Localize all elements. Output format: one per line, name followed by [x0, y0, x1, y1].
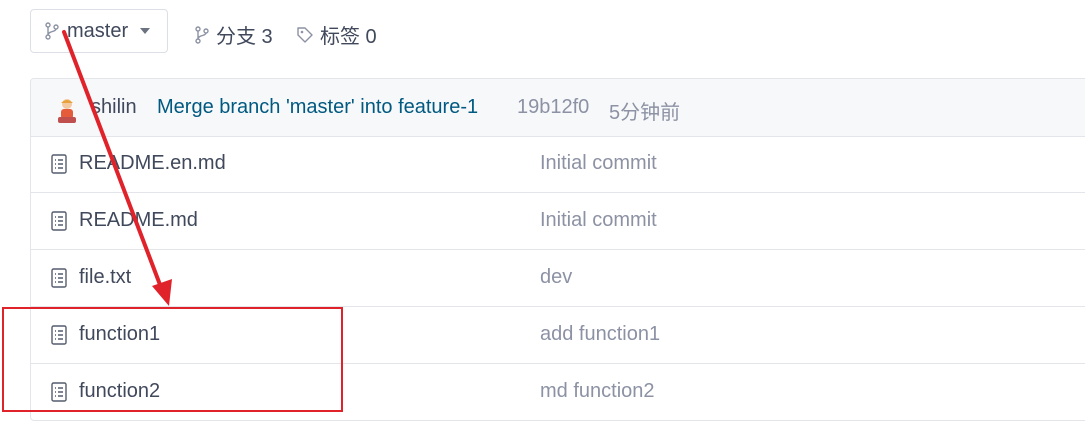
file-row[interactable]: function2 md function2: [31, 364, 1085, 420]
file-row[interactable]: function1 add function1: [31, 307, 1085, 364]
tags-count-label: 标签 0: [320, 26, 377, 48]
file-row[interactable]: file.txt dev: [31, 250, 1085, 307]
file-icon: [51, 211, 67, 231]
branches-count-label: 分支 3: [216, 26, 273, 48]
commit-hash-link[interactable]: 19b12f0: [517, 96, 589, 119]
file-commit-message[interactable]: add function1: [540, 323, 660, 346]
file-name-link[interactable]: function2: [79, 380, 160, 403]
git-branch-icon: [195, 25, 209, 44]
caret-down-icon: [140, 28, 151, 34]
file-name-link[interactable]: README.md: [79, 209, 198, 232]
file-name-link[interactable]: function1: [79, 323, 160, 346]
file-commit-message[interactable]: md function2: [540, 380, 655, 403]
avatar[interactable]: [55, 97, 79, 125]
tags-link[interactable]: 标签 0: [296, 20, 377, 49]
file-list-table: shilin Merge branch 'master' into featur…: [30, 78, 1085, 421]
branch-selector-label: master: [67, 19, 129, 42]
latest-commit-bar: shilin Merge branch 'master' into featur…: [31, 79, 1085, 137]
file-icon: [51, 154, 67, 174]
file-commit-message[interactable]: Initial commit: [540, 152, 657, 175]
file-name-link[interactable]: file.txt: [79, 266, 131, 289]
branch-selector-button[interactable]: master: [30, 9, 168, 53]
commit-time: 5分钟前: [609, 102, 681, 124]
file-icon: [51, 268, 67, 288]
tag-icon: [297, 26, 313, 43]
file-icon: [51, 325, 67, 345]
commit-message-link[interactable]: Merge branch 'master' into feature-1: [157, 96, 478, 119]
git-branch-icon: [45, 22, 59, 40]
file-commit-message[interactable]: Initial commit: [540, 209, 657, 232]
branches-link[interactable]: 分支 3: [194, 20, 273, 49]
file-commit-message[interactable]: dev: [540, 266, 572, 289]
commit-author[interactable]: shilin: [91, 96, 137, 119]
file-row[interactable]: README.en.md Initial commit: [31, 136, 1085, 193]
file-icon: [51, 382, 67, 402]
file-name-link[interactable]: README.en.md: [79, 152, 226, 175]
file-row[interactable]: README.md Initial commit: [31, 193, 1085, 250]
